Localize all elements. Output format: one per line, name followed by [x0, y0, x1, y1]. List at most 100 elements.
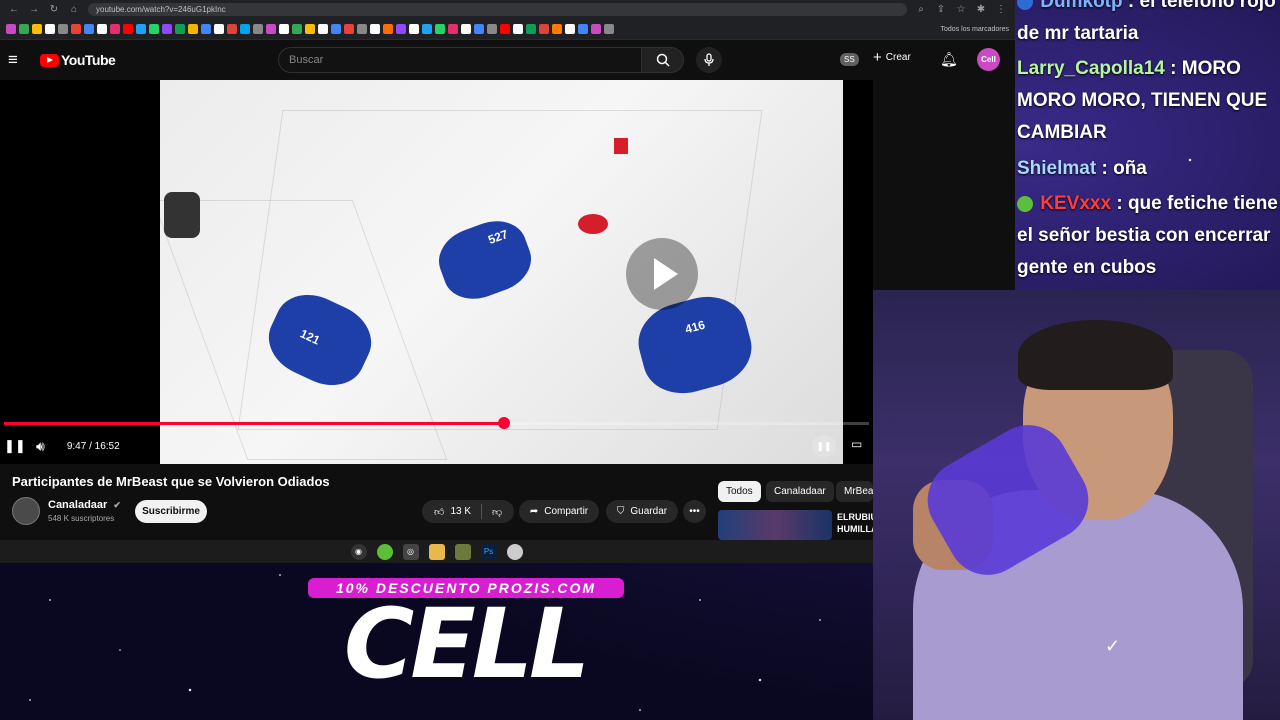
bookmark-icon[interactable]: [305, 24, 315, 34]
bookmark-icon[interactable]: [383, 24, 393, 34]
ss-badge[interactable]: SS: [840, 53, 859, 66]
messaging-app-icon[interactable]: [376, 543, 393, 560]
bookmark-icon[interactable]: [526, 24, 536, 34]
app-icon[interactable]: [506, 543, 523, 560]
create-button[interactable]: + Crear: [873, 49, 911, 66]
notifications-bell-icon[interactable]: 🔔︎: [940, 51, 958, 68]
bookmark-icon[interactable]: [487, 24, 497, 34]
bookmark-icon[interactable]: [591, 24, 601, 34]
center-play-button[interactable]: [626, 238, 698, 310]
obs-icon[interactable]: ◉: [350, 543, 367, 560]
scrubber-handle[interactable]: [497, 417, 510, 429]
home-icon[interactable]: ⌂: [68, 4, 80, 15]
zoom-icon[interactable]: ⌕: [915, 4, 927, 15]
bookmark-icon[interactable]: [175, 24, 185, 34]
reload-icon[interactable]: ↻: [48, 4, 60, 15]
video-player[interactable]: 527 121 416 ❚❚ 🔊︎ 9:47 / 16:52 ❚❚ ▭: [0, 80, 873, 464]
channel-name-row[interactable]: Canaladaar ✔: [48, 499, 121, 511]
bookmarks-folder[interactable]: Todos los marcadores: [941, 26, 1009, 33]
bookmark-icon[interactable]: [58, 24, 68, 34]
bookmark-icon[interactable]: [578, 24, 588, 34]
bookmark-icon[interactable]: [188, 24, 198, 34]
bookmark-icon[interactable]: [123, 24, 133, 34]
bookmark-icon[interactable]: [240, 24, 250, 34]
bookmark-icon[interactable]: [344, 24, 354, 34]
bookmark-icon[interactable]: [474, 24, 484, 34]
bookmark-icon[interactable]: [84, 24, 94, 34]
bookmark-icon[interactable]: [435, 24, 445, 34]
progress-bar[interactable]: [4, 417, 869, 429]
search-button[interactable]: [642, 47, 684, 73]
bookmark-icon[interactable]: [331, 24, 341, 34]
share-button[interactable]: ➦ Compartir: [519, 500, 599, 523]
app-icon[interactable]: [454, 543, 471, 560]
bookmark-icon[interactable]: [448, 24, 458, 34]
recommended-video-title[interactable]: ELRUBIU HUMILLA: [837, 511, 875, 535]
forward-icon[interactable]: →: [28, 4, 40, 15]
bookmark-icon[interactable]: [149, 24, 159, 34]
extensions-icon[interactable]: ✱: [975, 4, 987, 15]
bookmark-icon[interactable]: [253, 24, 263, 34]
bookmark-icon[interactable]: [227, 24, 237, 34]
bookmark-icon[interactable]: [214, 24, 224, 34]
channel-avatar[interactable]: [12, 497, 40, 525]
like-button[interactable]: 👍︎ 13 K: [422, 504, 483, 519]
bookmark-icon[interactable]: [292, 24, 302, 34]
bookmark-icon[interactable]: [396, 24, 406, 34]
bookmark-icon[interactable]: [6, 24, 16, 34]
search-input[interactable]: [278, 47, 642, 73]
volume-icon[interactable]: 🔊︎: [36, 438, 45, 455]
subtitles-icon[interactable]: ▭: [851, 437, 862, 451]
bookmark-icon[interactable]: [565, 24, 575, 34]
browser-menu-icon[interactable]: ⋮: [995, 4, 1007, 15]
youtube-logo[interactable]: YouTube: [40, 52, 116, 68]
bookmark-icon[interactable]: [162, 24, 172, 34]
hamburger-menu-icon[interactable]: ≡: [8, 50, 28, 70]
bookmark-icon[interactable]: [539, 24, 549, 34]
bookmark-icon[interactable]: [500, 24, 510, 34]
bookmark-icon[interactable]: [461, 24, 471, 34]
bookmark-icon[interactable]: [552, 24, 562, 34]
chip-channel[interactable]: Canaladaar: [766, 481, 834, 502]
video-frame[interactable]: 527 121 416: [160, 80, 843, 464]
photoshop-icon[interactable]: Ps: [480, 543, 497, 560]
subscribe-button[interactable]: Suscribirme: [135, 500, 207, 523]
bookmark-star-icon[interactable]: ☆: [955, 4, 967, 15]
channel-name[interactable]: Canaladaar: [48, 499, 107, 511]
bookmark-icon[interactable]: [32, 24, 42, 34]
pause-toggle-icon[interactable]: ❚❚: [812, 435, 836, 457]
pause-icon[interactable]: ❚❚: [4, 438, 26, 454]
bookmark-icon[interactable]: [318, 24, 328, 34]
thumbs-down-icon[interactable]: 👎︎: [482, 506, 502, 518]
save-button[interactable]: ⛉ Guardar: [606, 500, 678, 523]
bookmark-icon[interactable]: [409, 24, 419, 34]
chat-username: KEVxxx: [1040, 193, 1112, 214]
bookmark-icon[interactable]: [45, 24, 55, 34]
bookmark-icon[interactable]: [71, 24, 81, 34]
bookmark-icon[interactable]: [370, 24, 380, 34]
voice-search-button[interactable]: [696, 47, 722, 73]
bookmark-icon[interactable]: [604, 24, 614, 34]
chip-all[interactable]: Todos: [718, 481, 761, 502]
recommended-video-thumbnail[interactable]: [718, 510, 832, 540]
chrome-icon[interactable]: ◎: [402, 543, 419, 560]
bookmark-icon[interactable]: [19, 24, 29, 34]
bookmark-icon[interactable]: [279, 24, 289, 34]
bookmark-icon[interactable]: [136, 24, 146, 34]
bookmark-icon[interactable]: [422, 24, 432, 34]
bookmark-icon[interactable]: [97, 24, 107, 34]
share-page-icon[interactable]: ⇪: [935, 4, 947, 15]
red-wall-box: [614, 138, 628, 154]
more-actions-icon[interactable]: •••: [683, 500, 706, 523]
bookmark-icon[interactable]: [110, 24, 120, 34]
address-bar[interactable]: youtube.com/watch?v=246uG1pkInc: [88, 3, 907, 16]
account-avatar[interactable]: Cell: [977, 48, 1000, 71]
plus-icon: +: [873, 49, 882, 66]
file-explorer-icon[interactable]: [428, 543, 445, 560]
bookmark-icon[interactable]: [357, 24, 367, 34]
bookmark-icon[interactable]: [266, 24, 276, 34]
bookmark-icon[interactable]: [201, 24, 211, 34]
back-icon[interactable]: ←: [8, 4, 20, 15]
chip-mrbeast[interactable]: MrBeast: [836, 481, 873, 502]
bookmark-icon[interactable]: [513, 24, 523, 34]
